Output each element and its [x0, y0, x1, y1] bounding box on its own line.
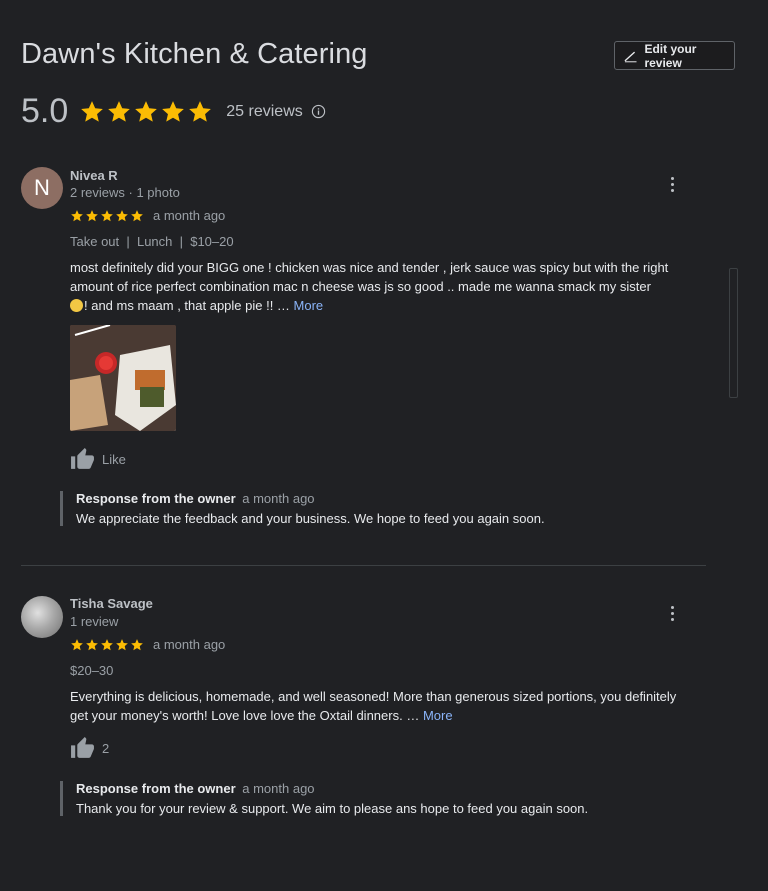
review-card: N Nivea R 2 reviews · 1 photo a month ag… — [21, 167, 711, 547]
food-photo-icon — [70, 325, 176, 431]
star-icon — [70, 638, 84, 652]
emoji-icon — [70, 299, 83, 312]
star-icon — [115, 209, 129, 223]
star-icon — [133, 99, 159, 125]
more-link[interactable]: More — [294, 298, 324, 313]
review-time: a month ago — [153, 208, 226, 223]
rating-stars — [79, 99, 214, 125]
like-button[interactable]: Like — [70, 447, 126, 472]
review-text: Everything is delicious, homemade, and w… — [70, 687, 710, 725]
edit-review-label: Edit your review — [644, 41, 697, 70]
review-rating-row: a month ago — [70, 208, 225, 223]
review-time: a month ago — [153, 637, 226, 652]
rating-value: 5.0 — [21, 92, 69, 130]
review-text-line: get your money's worth! Love love love t… — [70, 708, 423, 723]
star-icon — [85, 209, 99, 223]
avatar[interactable]: N — [21, 167, 63, 209]
thumbs-up-icon — [70, 447, 95, 472]
owner-response-time: a month ago — [242, 781, 315, 796]
star-icon — [187, 99, 213, 125]
review-card: Tisha Savage 1 review a month ago $20–30… — [21, 596, 711, 836]
star-icon — [100, 638, 114, 652]
avatar[interactable] — [21, 596, 63, 638]
star-icon — [100, 209, 114, 223]
info-icon[interactable] — [311, 104, 326, 119]
star-icon — [85, 638, 99, 652]
reviewer-meta: 1 review — [70, 614, 119, 629]
star-icon — [79, 99, 105, 125]
review-text-line: ! and ms maam , that apple pie !! … — [84, 298, 294, 313]
star-icon — [70, 209, 84, 223]
star-icon — [130, 638, 144, 652]
more-link[interactable]: More — [423, 708, 453, 723]
owner-response: Response from the owner a month ago We a… — [60, 491, 696, 526]
owner-response-label: Response from the owner — [76, 781, 236, 796]
review-stars — [70, 638, 145, 652]
reviewer-name[interactable]: Tisha Savage — [70, 596, 153, 611]
like-count: 2 — [102, 741, 110, 756]
review-divider — [21, 565, 706, 566]
review-text: most definitely did your BIGG one ! chic… — [70, 258, 710, 315]
star-icon — [115, 638, 129, 652]
owner-response-text: Thank you for your review & support. We … — [76, 801, 589, 816]
like-button[interactable]: 2 — [70, 736, 109, 761]
edit-review-button[interactable]: Edit your review — [614, 41, 735, 70]
owner-response-label: Response from the owner — [76, 491, 236, 506]
like-label: Like — [102, 452, 126, 467]
review-stars — [70, 209, 145, 223]
review-tags: $20–30 — [70, 663, 114, 678]
business-title: Dawn's Kitchen & Catering — [21, 38, 368, 70]
review-text-line: Everything is delicious, homemade, and w… — [70, 689, 677, 704]
reviewer-meta: 2 reviews · 1 photo — [70, 185, 180, 200]
more-options-icon[interactable] — [671, 177, 675, 195]
owner-response-time: a month ago — [242, 491, 315, 506]
review-text-line: amount of rice perfect combination mac n… — [70, 279, 651, 294]
review-count: 25 reviews — [226, 102, 303, 120]
thumbs-up-icon — [70, 736, 95, 761]
owner-response: Response from the owner a month ago Than… — [60, 781, 696, 816]
reviewer-name[interactable]: Nivea R — [70, 168, 118, 183]
review-rating-row: a month ago — [70, 637, 225, 652]
review-photo[interactable] — [70, 325, 176, 431]
scrollbar[interactable] — [729, 268, 738, 398]
more-options-icon[interactable] — [671, 606, 675, 624]
star-icon — [130, 209, 144, 223]
star-icon — [106, 99, 132, 125]
star-icon — [160, 99, 186, 125]
pen-icon — [624, 51, 637, 62]
review-tags: Take out | Lunch | $10–20 — [70, 234, 234, 249]
review-text-line: most definitely did your BIGG one ! chic… — [70, 260, 669, 275]
rating-summary: 5.0 25 reviews — [21, 92, 326, 131]
owner-response-text: We appreciate the feedback and your busi… — [76, 511, 545, 526]
